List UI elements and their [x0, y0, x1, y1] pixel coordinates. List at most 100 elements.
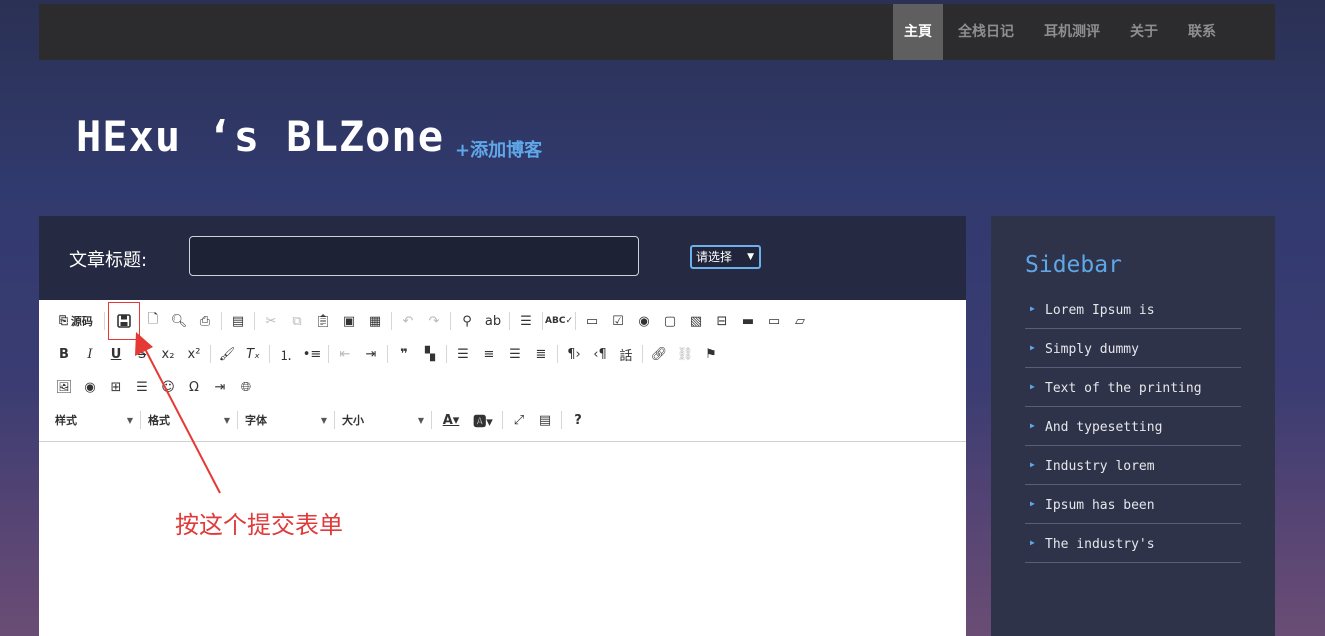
sidebar-list: ▶ Lorem Ipsum is ▶ Simply dummy ▶ Text of t… [1025, 290, 1241, 563]
category-select-value: 请选择 [696, 250, 733, 264]
button-field-icon[interactable]: ▬ [735, 308, 761, 334]
bold-button[interactable]: B [51, 341, 77, 367]
align-center-icon[interactable]: ≡ [476, 341, 502, 367]
size-dropdown[interactable]: 大小 ▼ [338, 409, 428, 431]
bulleted-list-icon[interactable]: •≡ [299, 341, 325, 367]
bg-color-icon[interactable]: 🅰︎▾ [467, 407, 499, 433]
remove-format-icon[interactable]: Tₓ [240, 341, 266, 367]
caret-right-icon: ▶ [1030, 382, 1035, 391]
textarea-icon[interactable]: ▧ [683, 308, 709, 334]
numbered-list-icon[interactable]: ⒈ [273, 341, 299, 367]
source-button[interactable]: ⎘ 源码 [51, 308, 101, 334]
sidebar-item[interactable]: ▶ Lorem Ipsum is [1025, 290, 1241, 329]
div-container-icon[interactable]: ▚ [417, 341, 443, 367]
blockquote-icon[interactable]: ❞ [391, 341, 417, 367]
flash-icon[interactable]: ◉ [77, 374, 103, 400]
sidebar-item[interactable]: ▶ And typesetting [1025, 407, 1241, 446]
special-char-icon[interactable]: Ω [181, 374, 207, 400]
sidebar-item[interactable]: ▶ Industry lorem [1025, 446, 1241, 485]
find-icon[interactable]: ⚲ [454, 308, 480, 334]
checkbox-icon[interactable]: ☑ [605, 308, 631, 334]
language-icon[interactable]: 話 [613, 341, 639, 367]
help-button[interactable]: ? [565, 407, 591, 433]
sidebar-item[interactable]: ▶ The industry's [1025, 524, 1241, 563]
paste-word-icon[interactable]: ▦ [362, 308, 388, 334]
outdent-icon[interactable]: ⇤ [332, 341, 358, 367]
rtl-icon[interactable]: ‹¶ [587, 341, 613, 367]
indent-icon[interactable]: ⇥ [358, 341, 384, 367]
ltr-icon[interactable]: ¶› [561, 341, 587, 367]
page-break-icon[interactable]: ⇥ [207, 374, 233, 400]
unlink-icon[interactable]: ⛓ [672, 341, 698, 367]
select-field-icon[interactable]: ⊟ [709, 308, 735, 334]
toolbar-separator [642, 345, 643, 363]
horizontal-line-icon[interactable]: ☰ [129, 374, 155, 400]
redo-icon[interactable]: ↷ [421, 308, 447, 334]
toolbar-separator [210, 345, 211, 363]
nav-item-headphone-reviews[interactable]: 耳机测评 [1029, 4, 1115, 60]
maximize-icon[interactable]: ⤢ [506, 407, 532, 433]
iframe-globe-icon[interactable]: 🌐︎ [233, 374, 259, 400]
font-dropdown[interactable]: 字体 ▼ [241, 409, 331, 431]
image-icon[interactable]: 🖼︎ [51, 374, 77, 400]
toolbar-row-4: 样式 ▼ 格式 ▼ 字体 ▼ 大小 ▼ A▾ 🅰︎▾ ⤢ ▤ ? [51, 407, 591, 433]
nav-item-home[interactable]: 主頁 [893, 4, 943, 60]
image-button-icon[interactable]: ▭ [761, 308, 787, 334]
article-title-label: 文章标题: [69, 250, 148, 271]
link-icon[interactable]: 🔗︎ [646, 341, 672, 367]
sidebar-item[interactable]: ▶ Simply dummy [1025, 329, 1241, 368]
print-icon[interactable]: ⎙ [192, 308, 218, 334]
show-blocks-icon[interactable]: ▤ [532, 407, 558, 433]
hidden-field-icon[interactable]: ▱ [787, 308, 813, 334]
sidebar-item[interactable]: ▶ Text of the printing [1025, 368, 1241, 407]
toolbar-separator [387, 345, 388, 363]
align-left-icon[interactable]: ☰ [450, 341, 476, 367]
spellcheck-icon[interactable]: ABC✓ [545, 308, 573, 334]
add-blog-link[interactable]: +添加博客 [455, 136, 542, 162]
main-nav: 主頁 全栈日记 耳机测评 关于 联系 [893, 4, 1275, 60]
nav-item-contact[interactable]: 联系 [1173, 4, 1231, 60]
text-color-icon[interactable]: A▾ [435, 407, 467, 433]
align-justify-icon[interactable]: ≣ [528, 341, 554, 367]
select-all-icon[interactable]: ☰ [513, 308, 539, 334]
new-page-icon[interactable]: 🗋 [140, 308, 166, 334]
save-button[interactable] [108, 302, 140, 340]
format-label: 格式 [148, 414, 170, 427]
replace-icon[interactable]: ab [480, 308, 506, 334]
underline-button[interactable]: U [103, 341, 129, 367]
copy-icon[interactable]: ⧉ [284, 308, 310, 334]
superscript-icon[interactable]: x² [181, 341, 207, 367]
table-icon[interactable]: ⊞ [103, 374, 129, 400]
font-label: 字体 [245, 414, 267, 427]
chevron-down-icon: ▼ [223, 415, 230, 425]
italic-button[interactable]: I [77, 341, 103, 367]
align-right-icon[interactable]: ☰ [502, 341, 528, 367]
nav-item-about[interactable]: 关于 [1115, 4, 1173, 60]
paste-text-icon[interactable]: ▣ [336, 308, 362, 334]
smiley-icon[interactable]: ☺ [155, 374, 181, 400]
category-select[interactable]: 请选择 ▼ [690, 245, 761, 269]
toolbar-separator [221, 312, 222, 330]
toolbar-separator [328, 345, 329, 363]
preview-icon[interactable]: 🔍︎ [166, 308, 192, 334]
templates-icon[interactable]: ▤ [225, 308, 251, 334]
cut-icon[interactable]: ✂ [258, 308, 284, 334]
subscript-icon[interactable]: x₂ [155, 341, 181, 367]
anchor-flag-icon[interactable]: ⚑ [698, 341, 724, 367]
article-title-input[interactable] [189, 236, 639, 276]
caret-right-icon: ▶ [1030, 460, 1035, 469]
paste-icon[interactable]: 📋︎ [310, 308, 336, 334]
copy-format-icon[interactable]: 🖌︎ [214, 341, 240, 367]
radio-icon[interactable]: ◉ [631, 308, 657, 334]
styles-dropdown[interactable]: 样式 ▼ [51, 409, 137, 431]
undo-icon[interactable]: ↶ [395, 308, 421, 334]
nav-item-fullstack-diary[interactable]: 全栈日记 [943, 4, 1029, 60]
strike-button[interactable]: S [129, 341, 155, 367]
toolbar-separator [542, 312, 543, 330]
toolbar-row-2: B I U S x₂ x² 🖌︎ Tₓ ⒈ •≡ ⇤ ⇥ ❞ ▚ ☰ ≡ ☰ ≣… [51, 341, 724, 367]
toolbar-separator [446, 345, 447, 363]
form-icon[interactable]: ▭ [579, 308, 605, 334]
sidebar-item[interactable]: ▶ Ipsum has been [1025, 485, 1241, 524]
format-dropdown[interactable]: 格式 ▼ [144, 409, 234, 431]
text-field-icon[interactable]: ▢ [657, 308, 683, 334]
